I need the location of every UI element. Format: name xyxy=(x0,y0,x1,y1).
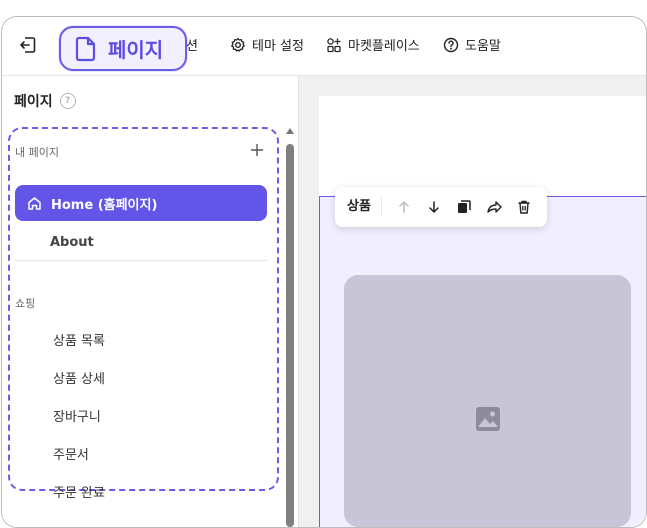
question-circle-icon xyxy=(443,37,459,52)
page-item-about[interactable]: About xyxy=(15,224,267,260)
scrollbar-thumb[interactable] xyxy=(286,144,294,527)
tab-marketplace-label: 마켓플레이스 xyxy=(348,39,420,54)
page-item-order-form[interactable]: 주문서 xyxy=(15,435,267,471)
arrow-down-icon[interactable] xyxy=(426,199,442,215)
page-item-home-label: Home (홈페이지) xyxy=(51,197,158,213)
trash-icon[interactable] xyxy=(516,199,532,215)
plus-icon[interactable] xyxy=(250,143,264,157)
image-icon xyxy=(476,407,500,431)
tab-theme-settings-label: 테마 설정 xyxy=(252,39,304,54)
tab-help-label: 도움말 xyxy=(465,39,501,54)
page-item-cart[interactable]: 장바구니 xyxy=(15,397,267,433)
editor-canvas: 상품 xyxy=(299,76,646,527)
duplicate-icon[interactable] xyxy=(456,199,472,215)
page-item-product-list[interactable]: 상품 목록 xyxy=(15,321,267,357)
top-toolbar: 섹션 테마 설정 마켓플레이스 도움말 xyxy=(2,17,646,76)
page-item-order-form-label: 주문서 xyxy=(53,447,89,463)
page-item-order-complete-label: 주문 완료 xyxy=(53,485,105,501)
pages-sidebar: 페이지 ? 내 페이지 Home (홈페이지) About 쇼핑 상품 목록 상… xyxy=(2,76,299,527)
block-toolbar: 상품 xyxy=(335,187,547,227)
sidebar-title-text: 페이지 xyxy=(14,94,53,110)
page-item-order-complete[interactable]: 주문 완료 xyxy=(15,473,267,509)
section-divider xyxy=(15,260,267,261)
gear-icon xyxy=(231,37,245,52)
home-icon xyxy=(28,196,41,210)
page-item-home[interactable]: Home (홈페이지) xyxy=(15,185,267,221)
scroll-up-arrow[interactable] xyxy=(286,128,294,134)
tab-marketplace[interactable]: 마켓플레이스 xyxy=(326,35,420,54)
page-item-about-label: About xyxy=(50,234,94,250)
exit-icon[interactable] xyxy=(19,36,37,54)
my-pages-label: 내 페이지 xyxy=(15,146,59,159)
share-icon[interactable] xyxy=(486,199,502,215)
page-item-product-list-label: 상품 목록 xyxy=(53,333,105,349)
page-item-product-detail-label: 상품 상세 xyxy=(53,371,105,387)
document-icon xyxy=(75,36,96,61)
tab-page[interactable]: 페이지 xyxy=(59,26,187,71)
help-icon[interactable]: ? xyxy=(59,93,76,109)
page-item-product-detail[interactable]: 상품 상세 xyxy=(15,359,267,395)
page-item-cart-label: 장바구니 xyxy=(53,409,101,425)
arrow-up-icon[interactable] xyxy=(396,199,412,215)
app-window: 섹션 테마 설정 마켓플레이스 도움말 xyxy=(1,16,647,528)
shop-label: 쇼핑 xyxy=(15,297,36,310)
block-label: 상품 xyxy=(335,197,382,217)
tab-theme-settings[interactable]: 테마 설정 xyxy=(230,35,304,54)
tab-page-label: 페이지 xyxy=(108,38,164,62)
image-placeholder[interactable] xyxy=(344,275,631,527)
sidebar-title: 페이지 ? xyxy=(14,91,76,111)
tab-help[interactable]: 도움말 xyxy=(443,35,501,54)
apps-add-icon xyxy=(327,37,341,52)
